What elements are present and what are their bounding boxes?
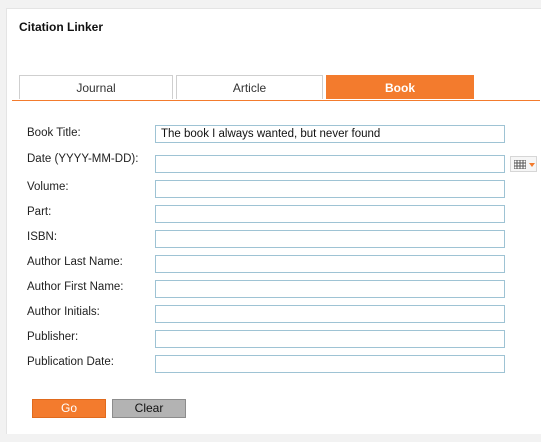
publication-date-label: Publication Date: <box>27 356 114 368</box>
part-label: Part: <box>27 206 52 218</box>
publisher-input[interactable] <box>155 330 505 348</box>
author-first-name-input[interactable] <box>155 280 505 298</box>
book-title-input[interactable] <box>155 125 505 143</box>
tab-journal[interactable]: Journal <box>19 75 173 99</box>
author-last-name-label: Author Last Name: <box>27 256 123 268</box>
author-initials-label: Author Initials: <box>27 306 100 318</box>
isbn-label: ISBN: <box>27 231 58 243</box>
author-last-name-input[interactable] <box>155 255 505 273</box>
volume-input[interactable] <box>155 180 505 198</box>
date-label: Date (YYYY-MM-DD): <box>27 153 139 165</box>
panel-title: Citation Linker <box>19 20 104 34</box>
calendar-picker-button[interactable] <box>510 156 537 172</box>
tab-book[interactable]: Book <box>326 75 474 99</box>
date-input[interactable] <box>155 155 505 173</box>
clear-button[interactable]: Clear <box>112 399 186 418</box>
calendar-grid-icon <box>514 160 526 169</box>
part-input[interactable] <box>155 205 505 223</box>
volume-label: Volume: <box>27 181 69 193</box>
author-first-name-label: Author First Name: <box>27 281 124 293</box>
chevron-down-icon <box>529 163 535 167</box>
tab-article[interactable]: Article <box>176 75 323 99</box>
book-title-label: Book Title: <box>27 127 81 139</box>
publisher-label: Publisher: <box>27 331 79 343</box>
tab-bar: Journal Article Book <box>19 75 474 100</box>
go-button[interactable]: Go <box>32 399 106 418</box>
publication-date-input[interactable] <box>155 355 505 373</box>
tab-underline <box>12 100 540 101</box>
isbn-input[interactable] <box>155 230 505 248</box>
author-initials-input[interactable] <box>155 305 505 323</box>
